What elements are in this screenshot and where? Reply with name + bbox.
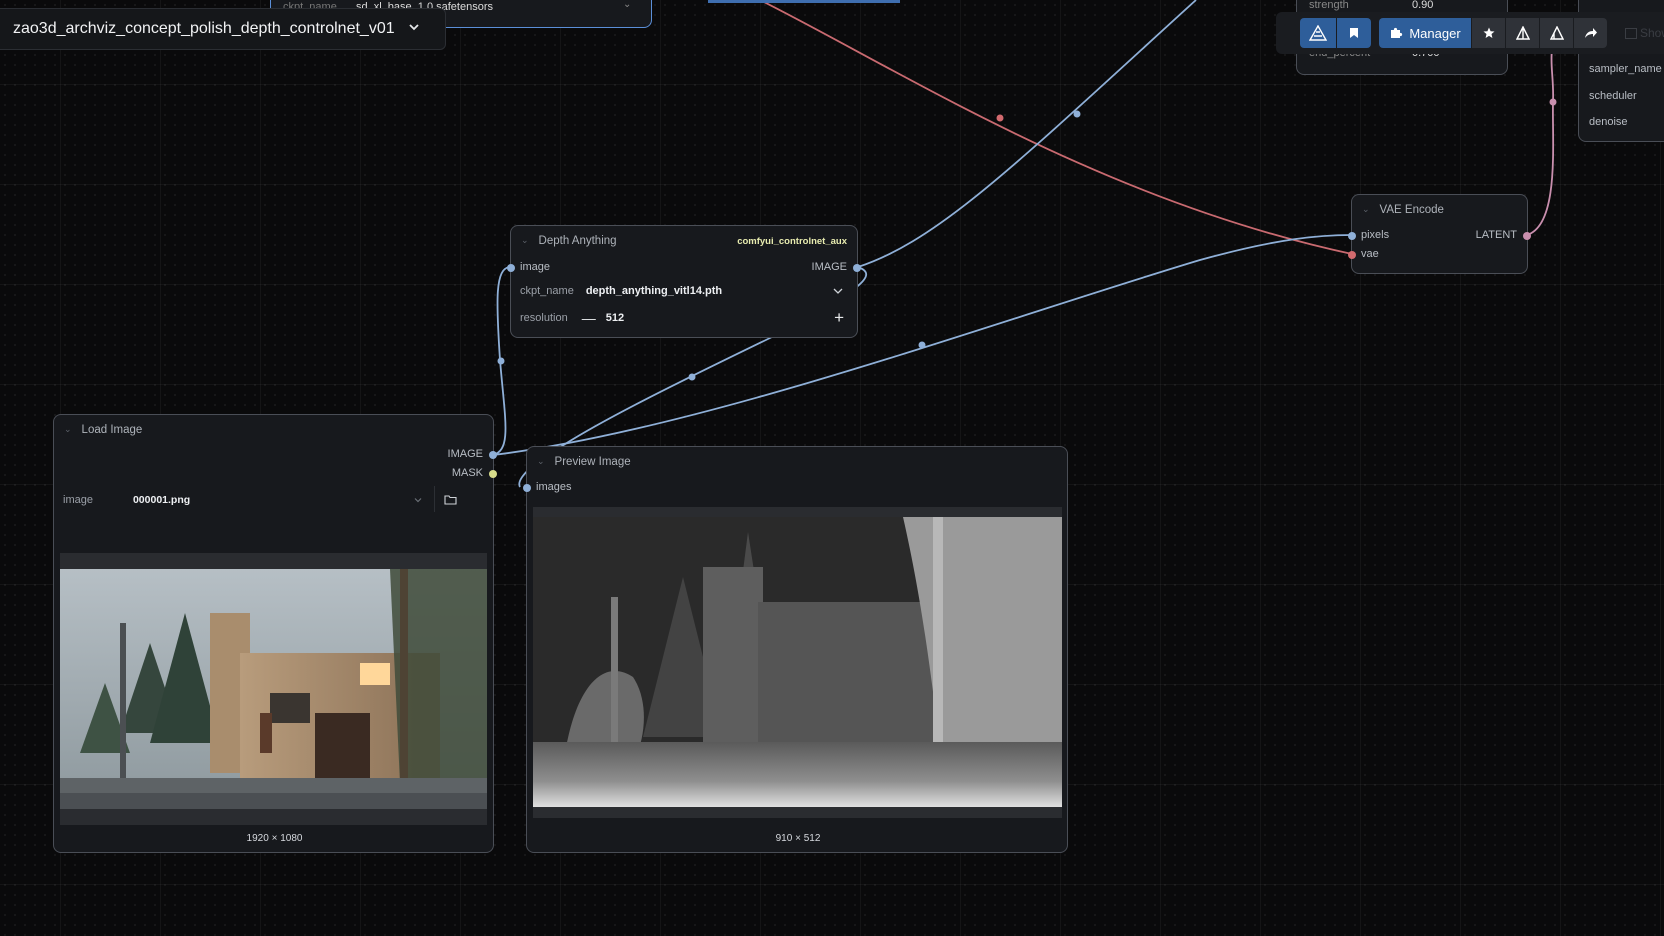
vae-input-slot[interactable] <box>1348 251 1356 259</box>
bookmark-button[interactable] <box>1337 18 1371 48</box>
collapse-icon[interactable]: ⌄ <box>537 456 545 467</box>
image-output-label: IMAGE <box>447 448 483 460</box>
logo-icon <box>1309 25 1327 41</box>
image-size-caption: 1920 × 1080 <box>246 833 303 844</box>
image-input-label: image <box>520 261 550 273</box>
load-vae-reroute <box>918 341 926 349</box>
node-header[interactable]: ⌄ Depth Anything comfyui_controlnet_aux <box>511 226 857 256</box>
ckpt-name-label: ckpt_name <box>520 285 574 297</box>
depth-output-reroute <box>1073 110 1081 118</box>
load-image-node[interactable]: ⌄ Load Image IMAGE MASK image 000001.png <box>53 414 497 853</box>
scheduler-label: scheduler <box>1589 90 1637 102</box>
image-output-label: IMAGE <box>811 261 847 273</box>
manager-label: Manager <box>1409 25 1461 41</box>
collapse-icon[interactable]: ⌄ <box>521 235 529 246</box>
depth-anything-node[interactable]: ⌄ Depth Anything comfyui_controlnet_aux … <box>507 225 861 338</box>
decrement-icon[interactable]: — <box>582 310 596 326</box>
triangle-icon <box>1515 26 1530 40</box>
collapse-icon[interactable]: ⌄ <box>1362 204 1370 215</box>
node-title: VAE Encode <box>1379 204 1444 216</box>
increment-icon[interactable]: + <box>834 308 844 328</box>
resolution-widget[interactable]: resolution — 512 + <box>520 307 850 329</box>
preview-size-caption: 910 × 512 <box>775 833 821 844</box>
resolution-value[interactable]: 512 <box>606 312 624 324</box>
image-input-slot[interactable] <box>507 264 515 272</box>
latent-output-slot[interactable] <box>1523 232 1531 240</box>
node-title: Preview Image <box>554 456 631 468</box>
latent-reroute <box>1549 98 1557 106</box>
chevron-down-icon[interactable]: ⌄ <box>623 0 631 10</box>
comfy-logo-button[interactable] <box>1300 18 1336 48</box>
image-icon <box>1625 27 1637 39</box>
collapse-icon[interactable]: ⌄ <box>64 424 72 435</box>
bookmark-icon <box>1350 28 1358 38</box>
strength-value[interactable]: 0.90 <box>1412 0 1433 11</box>
house-photo-image <box>60 553 487 809</box>
share-button[interactable] <box>1574 18 1607 48</box>
node-header[interactable]: ⌄ VAE Encode <box>1352 195 1527 225</box>
depth-preview-reroute <box>688 373 696 381</box>
chevron-down-icon[interactable] <box>407 20 421 39</box>
node-title: Depth Anything <box>538 235 617 247</box>
chevron-down-icon[interactable] <box>413 495 423 505</box>
vae-input-label: vae <box>1361 248 1379 260</box>
preview-image-node[interactable]: ⌄ Preview Image images 910 × 512 <box>523 446 1068 853</box>
share-icon <box>1584 28 1597 38</box>
selection-bar <box>708 0 900 3</box>
triangle-icon <box>1549 26 1564 40</box>
folder-upload-button[interactable] <box>434 486 465 512</box>
ckpt-name-widget[interactable]: ckpt_name depth_anything_vitl14.pth <box>520 280 850 302</box>
model-button-a[interactable] <box>1506 18 1539 48</box>
sampler-name-label: sampler_name <box>1589 63 1662 75</box>
latent-output-label: LATENT <box>1475 229 1517 241</box>
depth-map-image <box>533 507 1062 818</box>
pixels-input-slot[interactable] <box>1348 232 1356 240</box>
star-button[interactable] <box>1472 18 1505 48</box>
star-icon <box>1483 27 1494 38</box>
resolution-label: resolution <box>520 312 568 324</box>
chevron-down-icon[interactable] <box>832 285 844 297</box>
node-title: Load Image <box>81 424 143 436</box>
ckpt-name-value[interactable]: depth_anything_vitl14.pth <box>586 285 722 297</box>
load-depth-reroute <box>497 357 505 365</box>
mask-output-slot[interactable] <box>489 470 497 478</box>
model-button-b[interactable] <box>1540 18 1573 48</box>
depth-map-preview <box>533 507 1062 818</box>
vae-encode-node[interactable]: ⌄ VAE Encode pixels vae LATENT <box>1348 194 1531 274</box>
top-toolbar: Manager Show <box>1276 12 1664 54</box>
manager-button[interactable]: Manager <box>1379 18 1471 48</box>
images-input-label: images <box>536 481 572 493</box>
denoise-label: denoise <box>1589 116 1628 128</box>
strength-label: strength <box>1309 0 1349 11</box>
image-value[interactable]: 000001.png <box>133 494 190 506</box>
workflow-title[interactable]: zao3d_archviz_concept_polish_depth_contr… <box>13 20 395 38</box>
show-button[interactable]: Show <box>1625 26 1664 40</box>
vae-wire-reroute <box>996 114 1004 122</box>
image-label: image <box>63 494 93 506</box>
node-header[interactable]: ⌄ Load Image <box>54 415 493 445</box>
puzzle-icon <box>1391 27 1403 38</box>
mask-output-label: MASK <box>451 467 483 479</box>
latent-wire <box>1526 49 1555 236</box>
depth-output-wire <box>857 0 1197 268</box>
image-output-slot[interactable] <box>489 451 497 459</box>
image-select-widget[interactable]: image 000001.png <box>63 489 423 511</box>
node-header[interactable]: ⌄ Preview Image <box>527 447 1067 477</box>
workflow-title-bar[interactable]: zao3d_archviz_concept_polish_depth_contr… <box>0 8 446 50</box>
images-input-slot[interactable] <box>523 484 531 492</box>
node-source-badge: comfyui_controlnet_aux <box>737 235 847 247</box>
image-output-slot[interactable] <box>853 264 861 272</box>
pixels-input-label: pixels <box>1361 229 1390 241</box>
show-label: Show <box>1640 26 1664 40</box>
folder-icon <box>443 494 457 505</box>
loaded-image-preview <box>60 553 487 825</box>
